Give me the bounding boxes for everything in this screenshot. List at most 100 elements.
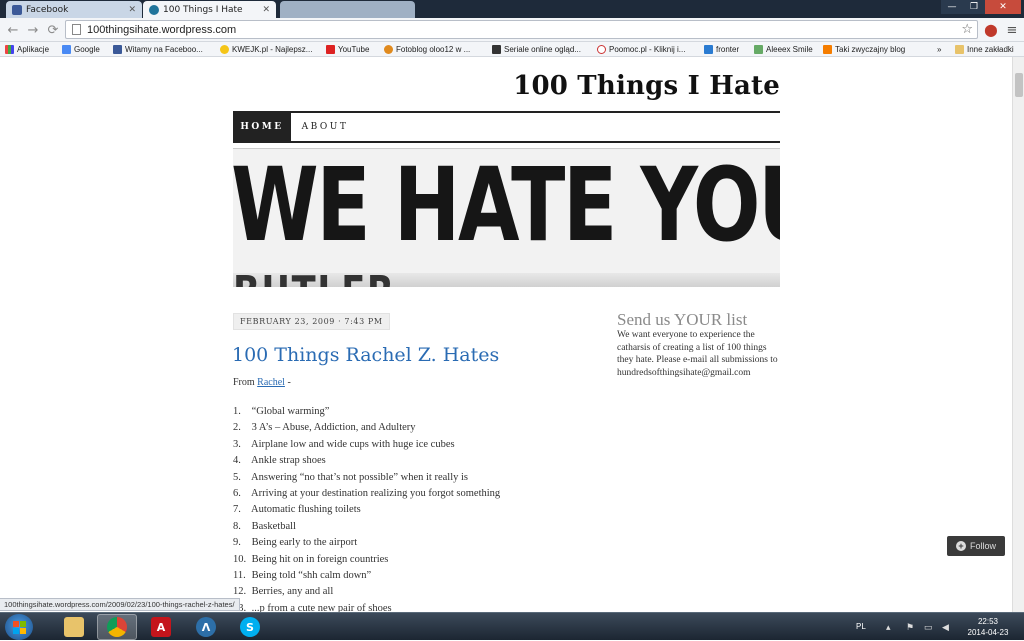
language-indicator[interactable]: PL xyxy=(856,622,866,631)
address-bar[interactable]: 100thingsihate.wordpress.com ☆ xyxy=(65,20,978,39)
list-number: 9. xyxy=(233,537,241,549)
close-icon[interactable]: ✕ xyxy=(262,5,270,15)
list-number: 11. xyxy=(233,569,246,581)
network-icon[interactable]: ▭ xyxy=(924,622,933,633)
post-date[interactable]: FEBRUARY 23, 2009 · 7:43 PM xyxy=(233,313,390,330)
browser-toolbar: ← → ⟳ 100thingsihate.wordpress.com ☆ ⬤ ≡ xyxy=(0,18,1024,42)
list-text: Being told “shh calm down” xyxy=(251,569,372,581)
close-icon[interactable]: ✕ xyxy=(128,5,136,15)
bookmark-label: Inne zakładki xyxy=(967,45,1014,54)
page-content: 100 Things I Hate HOME ABOUT BUTLER WE H… xyxy=(0,57,1012,617)
windows-taskbar: A Λ S PL ▴ ⚑ ▭ ◀ 22:53 2014-04-23 xyxy=(0,612,1024,640)
extension-icon[interactable]: ⬤ xyxy=(982,21,1000,39)
list-number: 3. xyxy=(233,438,241,450)
taskbar-skype[interactable]: S xyxy=(230,614,270,640)
author-link[interactable]: Rachel xyxy=(257,377,285,388)
follow-button[interactable]: + Follow xyxy=(947,536,1005,556)
bookmark-label: fronter xyxy=(716,45,740,54)
facebook-icon xyxy=(12,4,22,15)
bookmark-star-icon[interactable]: ☆ xyxy=(961,22,973,37)
nav-home[interactable]: HOME xyxy=(233,113,291,141)
list-item: 11. Being told “shh calm down” xyxy=(233,568,593,584)
scrollbar-thumb[interactable] xyxy=(1015,73,1023,97)
triangle-a-icon: Λ xyxy=(196,617,216,637)
clock-time: 22:53 xyxy=(977,617,999,626)
google-icon xyxy=(62,45,71,54)
list-text: 3 A’s – Abuse, Addiction, and Adultery xyxy=(251,422,416,434)
bookmark-item[interactable]: Taki zwyczajny blog xyxy=(823,43,905,56)
bookmark-label: Aleeex Smile xyxy=(766,45,813,54)
reload-button[interactable]: ⟳ xyxy=(44,21,62,39)
clock[interactable]: 22:53 2014-04-23 xyxy=(962,616,1014,638)
bookmark-label: KWEJK.pl - Najlepsz... xyxy=(232,45,313,54)
tab-ghost[interactable] xyxy=(280,1,415,18)
list-item: 2. 3 A’s – Abuse, Addiction, and Adulter… xyxy=(233,420,593,436)
menu-icon[interactable]: ≡ xyxy=(1003,21,1021,39)
list-number: 6. xyxy=(233,487,241,499)
bookmark-item[interactable]: Fotoblog oloo12 w ... xyxy=(384,43,470,56)
bookmark-folder-other[interactable]: Inne zakładki xyxy=(955,43,1014,56)
heart-icon xyxy=(597,45,606,54)
main-nav: HOME ABOUT xyxy=(233,111,780,143)
seriale-icon xyxy=(492,45,501,54)
volume-icon[interactable]: ◀ xyxy=(942,622,949,633)
folder-icon xyxy=(64,617,84,637)
list-item: 6. Arriving at your destination realizin… xyxy=(233,486,593,502)
tab-label: Facebook xyxy=(26,4,69,15)
bookmark-item[interactable]: Aleeex Smile xyxy=(754,43,813,56)
list-item: 1. “Global warming” xyxy=(233,404,593,420)
status-bar: 100thingsihate.wordpress.com/2009/02/23/… xyxy=(0,598,240,611)
bookmark-item[interactable]: Witamy na Faceboo... xyxy=(113,43,203,56)
forward-button[interactable]: → xyxy=(24,21,42,39)
taskbar-acrobat[interactable]: A xyxy=(141,614,181,640)
list-text: Being early to the airport xyxy=(251,537,358,549)
bookmark-label: Poomoc.pl - Kliknij i... xyxy=(609,45,686,54)
list-number: 2. xyxy=(233,422,241,434)
bookmark-item[interactable]: YouTube xyxy=(326,43,369,56)
list-text: Berries, any and all xyxy=(251,586,334,598)
close-window-button[interactable]: ✕ xyxy=(985,0,1021,14)
list-text: “Global warming” xyxy=(251,406,330,417)
list-item: 8. Basketball xyxy=(233,519,593,535)
header-image: BUTLER WE HATE YOU xyxy=(233,148,780,287)
post-title[interactable]: 100 Things Rachel Z. Hates xyxy=(232,344,499,366)
page-scrollbar[interactable] xyxy=(1012,57,1024,617)
apps-grid-icon xyxy=(5,45,14,54)
bookmark-item[interactable]: Aplikacje xyxy=(5,43,49,56)
list-item: 7. Automatic flushing toilets xyxy=(233,502,593,518)
flag-icon[interactable]: ⚑ xyxy=(906,622,914,633)
bookmark-item[interactable]: Seriale online ogląd... xyxy=(492,43,581,56)
back-button[interactable]: ← xyxy=(4,21,22,39)
taskbar-explorer[interactable] xyxy=(54,614,94,640)
site-title[interactable]: 100 Things I Hate xyxy=(233,71,780,101)
bookmark-label: Fotoblog oloo12 w ... xyxy=(396,45,471,54)
minimize-button[interactable]: — xyxy=(941,0,963,14)
tab-100-things[interactable]: 100 Things I Hate ✕ xyxy=(143,1,276,18)
taskbar-app-a[interactable]: Λ xyxy=(186,614,226,640)
start-button[interactable] xyxy=(5,614,33,640)
bookmarks-bar: Aplikacje Google Witamy na Faceboo... KW… xyxy=(0,42,1024,57)
bookmark-item[interactable]: Google xyxy=(62,43,100,56)
hate-list: 1. “Global warming” 2. 3 A’s – Abuse, Ad… xyxy=(233,404,593,617)
tray-expand-icon[interactable]: ▴ xyxy=(886,622,891,633)
list-number: 5. xyxy=(233,471,241,483)
bookmark-item[interactable]: fronter xyxy=(704,43,739,56)
list-number: 8. xyxy=(233,520,241,532)
bookmark-item[interactable]: KWEJK.pl - Najlepsz... xyxy=(220,43,312,56)
sidebar-text: We want everyone to experience the catha… xyxy=(617,330,778,378)
tab-facebook[interactable]: Facebook ✕ xyxy=(6,1,142,18)
bookmark-item[interactable]: Poomoc.pl - Kliknij i... xyxy=(597,43,685,56)
bookmark-label: Witamy na Faceboo... xyxy=(125,45,203,54)
list-text: Answering “no that’s not possible” when … xyxy=(251,471,469,483)
taskbar-chrome[interactable] xyxy=(97,614,137,640)
url-text: 100thingsihate.wordpress.com xyxy=(87,23,237,36)
list-text: Basketball xyxy=(251,520,296,532)
bookmarks-overflow-button[interactable]: » xyxy=(937,43,941,56)
list-number: 7. xyxy=(233,504,241,516)
nav-about[interactable]: ABOUT xyxy=(295,113,355,141)
list-item: 12. Berries, any and all xyxy=(233,584,593,600)
system-tray: PL ▴ ⚑ ▭ ◀ 22:53 2014-04-23 xyxy=(850,613,1024,641)
bookmark-label: Google xyxy=(74,45,100,54)
maximize-button[interactable]: ❐ xyxy=(963,0,985,14)
wordpress-icon xyxy=(149,4,159,15)
